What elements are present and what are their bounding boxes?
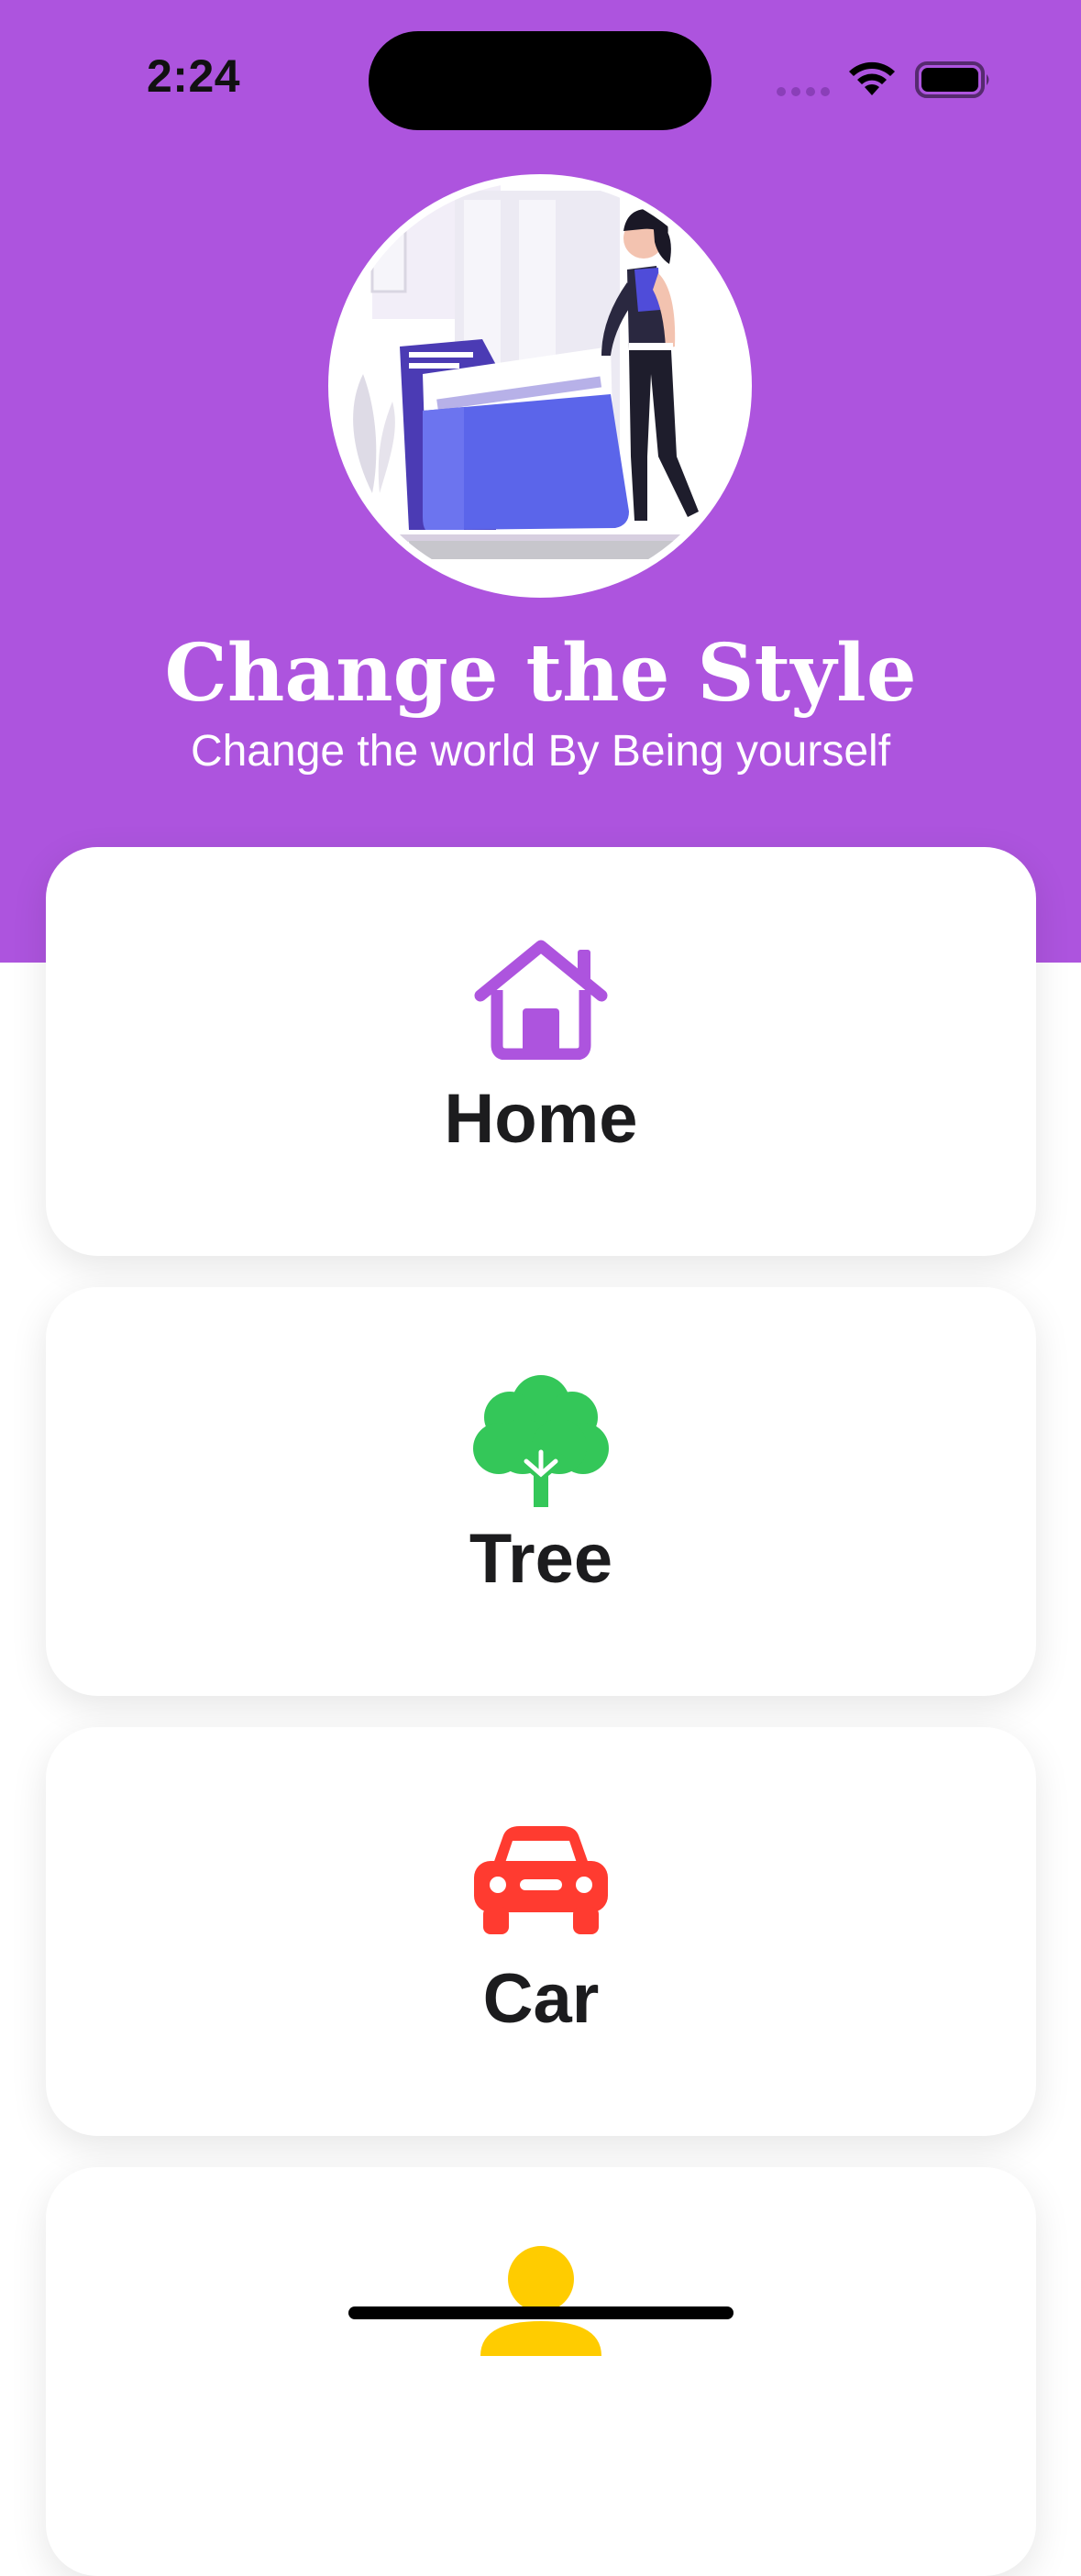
- car-icon: [474, 1826, 608, 1934]
- card-tree[interactable]: Tree: [46, 1287, 1036, 1696]
- cellular-signal-icon: [777, 87, 830, 96]
- person-with-folders-illustration: [336, 182, 745, 590]
- wifi-icon: [849, 61, 895, 95]
- card-label-tree: Tree: [469, 1520, 613, 1598]
- card-person[interactable]: [46, 2167, 1036, 2576]
- hero-title: Change the Style: [164, 627, 917, 720]
- home-indicator[interactable]: [348, 2306, 734, 2319]
- person-icon: [480, 2246, 601, 2356]
- hero-subtitle: Change the world By Being yourself: [190, 727, 891, 776]
- hero-avatar: [328, 174, 752, 598]
- card-home[interactable]: Home: [46, 847, 1036, 1256]
- battery-icon: [915, 61, 989, 98]
- card-car[interactable]: Car: [46, 1727, 1036, 2136]
- card-label-home: Home: [444, 1080, 638, 1158]
- dynamic-island: [369, 31, 711, 130]
- card-label-car: Car: [482, 1960, 600, 2038]
- tree-icon: [473, 1375, 609, 1507]
- house-icon: [474, 940, 608, 1060]
- status-time: 2:24: [147, 50, 241, 102]
